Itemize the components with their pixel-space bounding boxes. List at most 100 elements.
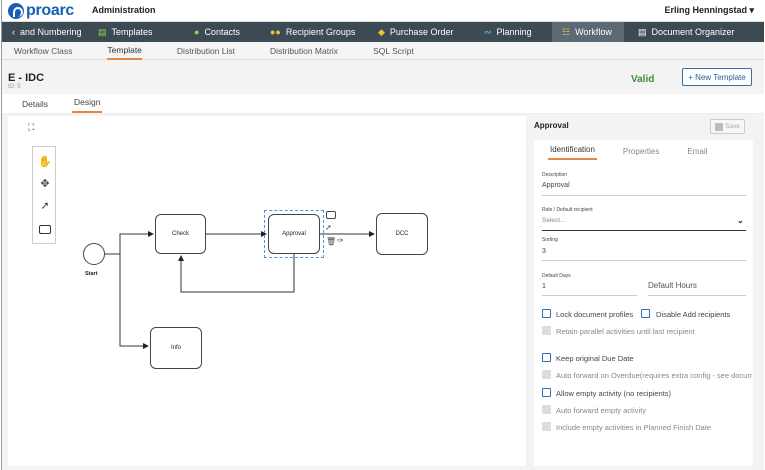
node-check-label: Check: [171, 231, 189, 237]
tab-details[interactable]: Details: [20, 99, 50, 113]
sorting-underline: [542, 260, 746, 261]
role-label: Role / Default recipient: [542, 207, 593, 213]
person-icon: ●: [194, 27, 200, 37]
panel-tabs: Identification Properties Email: [534, 140, 753, 160]
role-select[interactable]: Select...: [542, 217, 565, 224]
sorting-field[interactable]: 3: [542, 248, 546, 255]
start-node-label: Start: [85, 271, 98, 277]
nav-item-label: Templates: [111, 27, 153, 37]
nav-item-purchase-order[interactable]: ◆ Purchase Order: [368, 22, 474, 42]
nav-item-workflow[interactable]: ☷ Workflow: [552, 22, 624, 42]
nav-item-planning[interactable]: ∾ Planning: [474, 22, 552, 42]
subnav-template[interactable]: Template: [107, 42, 142, 60]
chevron-left-icon[interactable]: ‹: [12, 27, 15, 37]
floppy-disk-icon: [715, 122, 724, 131]
default-hours-field[interactable]: Default Hours: [648, 281, 697, 290]
node-check[interactable]: Check: [155, 214, 206, 254]
node-info[interactable]: Info: [150, 327, 202, 369]
default-days-underline: [542, 295, 637, 296]
subnav-sql-script[interactable]: SQL Script: [373, 42, 414, 60]
retain-parallel-checkbox: [542, 326, 551, 335]
detail-tabs: Details Design: [2, 94, 764, 114]
top-bar: proarc Administration Erling Henningstad…: [2, 0, 764, 22]
edit-wrench-icon[interactable]: ✑: [337, 236, 344, 245]
user-menu[interactable]: Erling Henningstad ▾: [664, 5, 754, 16]
diagram-edges: [105, 231, 375, 349]
nav-item-contacts[interactable]: ● Contacts: [184, 22, 260, 42]
edge-start-info: [119, 254, 149, 349]
nav-item-label: Contacts: [204, 27, 240, 37]
nav-item-document-organizer[interactable]: ▤ Document Organizer: [624, 22, 754, 42]
panel-body: Description Approval Role / Default reci…: [534, 160, 753, 466]
allow-empty-activity-label: Allow empty activity (no recipients): [556, 389, 672, 398]
disable-add-recipients-label: Disable Add recipients: [656, 310, 731, 319]
edge-start-check: [105, 231, 154, 255]
app-window: proarc Administration Erling Henningstad…: [1, 0, 764, 470]
start-node[interactable]: [83, 243, 105, 265]
nav-item-numbering[interactable]: ‹ and Numbering: [2, 22, 88, 42]
handshake-icon: ◆: [378, 26, 385, 37]
append-task-icon[interactable]: [326, 211, 336, 219]
description-label: Description: [542, 172, 568, 178]
chevron-down-icon[interactable]: ⌄: [737, 216, 744, 225]
default-days-label: Default Days: [542, 273, 571, 279]
nav-item-label: Purchase Order: [389, 27, 454, 37]
save-button[interactable]: Save: [710, 119, 745, 134]
subnav-distribution-matrix[interactable]: Distribution Matrix: [270, 42, 338, 60]
description-underline: [542, 195, 746, 196]
tab-identification[interactable]: Identification: [548, 145, 597, 160]
lock-document-profiles-checkbox[interactable]: [542, 309, 551, 318]
nav-item-label: and Numbering: [20, 27, 82, 37]
new-template-button[interactable]: + New Template: [682, 68, 752, 86]
default-days-field[interactable]: 1: [542, 283, 546, 290]
tab-design[interactable]: Design: [71, 97, 103, 113]
node-dcc-label: DCC: [395, 231, 409, 237]
keep-original-due-date-checkbox[interactable]: [542, 353, 551, 362]
keep-original-due-date-label: Keep original Due Date: [556, 354, 634, 363]
auto-forward-overdue-checkbox: [542, 370, 551, 379]
sub-nav: Workflow Class Template Distribution Lis…: [2, 42, 764, 60]
allow-empty-activity-checkbox[interactable]: [542, 388, 551, 397]
auto-forward-empty-checkbox: [542, 405, 551, 414]
workflow-canvas[interactable]: ⛶ ✋ ✥ ➚ Start Check Approval ➚ 🗑 ✑ DCC I…: [8, 116, 526, 466]
include-empty-activities-checkbox: [542, 422, 551, 431]
retain-parallel-label: Retain parallel activities until last re…: [556, 327, 695, 336]
subnav-distribution-list[interactable]: Distribution List: [177, 42, 235, 60]
section-title: Administration: [92, 5, 156, 15]
group-icon: ●●: [270, 27, 281, 37]
nav-item-templates[interactable]: ▤ Templates: [88, 22, 184, 42]
panel-title: Approval: [534, 121, 569, 130]
nav-item-label: Planning: [496, 27, 532, 37]
nav-item-label: Recipient Groups: [285, 27, 356, 37]
default-hours-underline: [648, 295, 746, 296]
role-underline: [542, 230, 746, 231]
auto-forward-overdue-label: Auto forward on Overdue(requires extra c…: [556, 371, 752, 380]
delete-trash-icon[interactable]: 🗑: [326, 237, 336, 246]
node-info-label: Info: [170, 345, 181, 351]
logo-text: proarc: [26, 2, 74, 19]
node-approval[interactable]: Approval: [268, 214, 320, 254]
save-button-label: Save: [725, 123, 740, 130]
document-icon: ▤: [98, 26, 107, 37]
node-dcc[interactable]: DCC: [376, 213, 428, 255]
edge-approval-check: [178, 254, 295, 293]
properties-panel: Approval Save Identification Properties …: [532, 116, 758, 466]
logo-mark-icon: [8, 3, 24, 19]
node-approval-label: Approval: [282, 231, 306, 237]
status-badge: Valid: [631, 74, 655, 85]
proarc-logo[interactable]: proarc: [8, 2, 74, 20]
nav-item-recipient-groups[interactable]: ●● Recipient Groups: [260, 22, 368, 42]
description-field[interactable]: Approval: [542, 182, 570, 189]
append-connection-icon[interactable]: ➚: [325, 223, 332, 232]
tab-email[interactable]: Email: [685, 147, 709, 160]
disable-add-recipients-checkbox[interactable]: [641, 309, 650, 318]
page-id: ID: 5: [8, 84, 21, 90]
organizer-icon: ▤: [638, 26, 647, 37]
auto-forward-empty-label: Auto forward empty activity: [556, 406, 647, 415]
page-area: E - IDC ID: 5 Valid + New Template Detai…: [2, 60, 764, 470]
include-empty-activities-label: Include empty activities in Planned Fini…: [556, 423, 712, 432]
nav-item-label: Document Organizer: [651, 27, 735, 37]
tab-properties[interactable]: Properties: [621, 147, 661, 160]
subnav-workflow-class[interactable]: Workflow Class: [14, 42, 72, 60]
main-nav: ‹ and Numbering ▤ Templates ● Contacts ●…: [2, 22, 764, 42]
